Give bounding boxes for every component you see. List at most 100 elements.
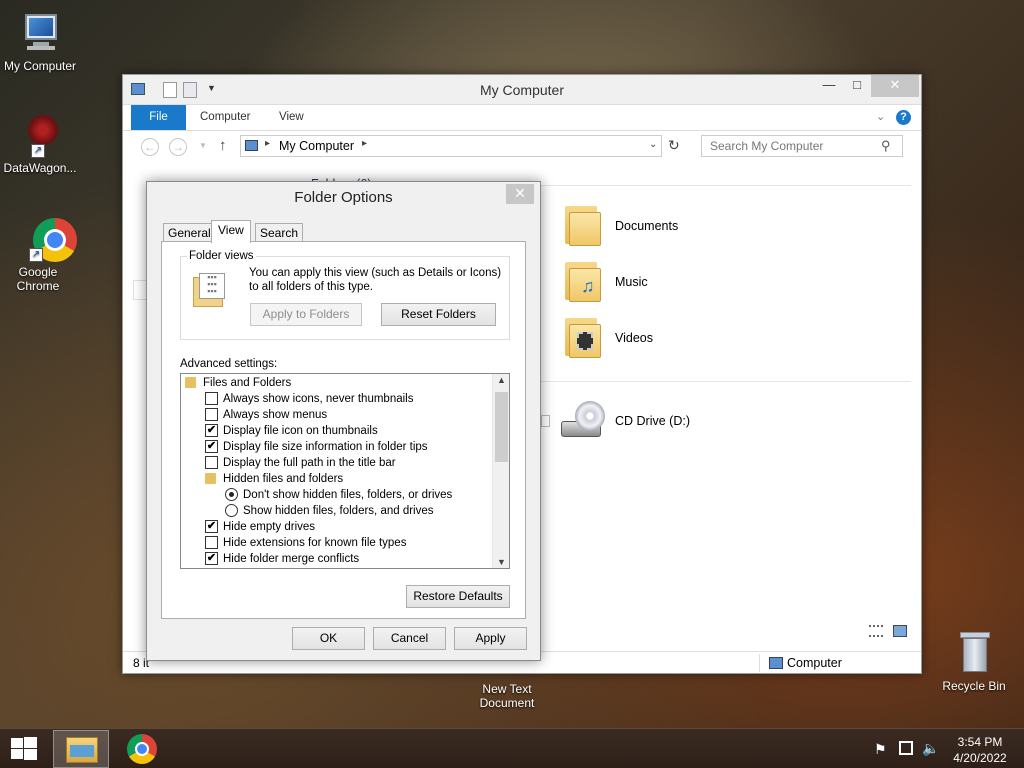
folder-views-group: Folder views ▪▪▪ ▪▪▪ ▪▪▪ You can apply thi… bbox=[180, 250, 510, 340]
setting-label: Hide folder merge conflicts bbox=[223, 553, 360, 565]
ribbon: File Computer View ⌄ ? bbox=[123, 105, 921, 131]
folder-views-description: You can apply this view (such as Details… bbox=[249, 267, 502, 293]
details-view-icon[interactable] bbox=[869, 625, 883, 637]
window-title: My Computer bbox=[479, 82, 565, 98]
setting-radio[interactable] bbox=[225, 488, 238, 501]
cancel-button[interactable]: Cancel bbox=[373, 627, 446, 650]
minimize-button[interactable]: — bbox=[815, 75, 843, 97]
setting-checkbox[interactable] bbox=[205, 408, 218, 421]
apply-button[interactable]: Apply bbox=[454, 627, 527, 650]
setting-label: Display file icon on thumbnails bbox=[223, 425, 378, 437]
desktop-icon-label: DataWagon... bbox=[3, 161, 77, 175]
large-icons-view-icon[interactable] bbox=[893, 625, 907, 637]
desktop-icon-recycle-bin[interactable]: Recycle Bin bbox=[934, 630, 1014, 693]
setting-radio[interactable] bbox=[225, 504, 238, 517]
setting-label: Hidden files and folders bbox=[223, 473, 344, 485]
close-button[interactable]: ✕ bbox=[871, 75, 919, 97]
action-center-flag-icon[interactable]: ⚑ bbox=[874, 741, 887, 758]
cd-drive-icon bbox=[561, 399, 607, 445]
maximize-button[interactable]: □ bbox=[843, 75, 871, 97]
documents-folder-icon bbox=[563, 202, 601, 246]
advanced-settings-tree[interactable]: Files and Folders Always show icons, neve… bbox=[180, 373, 510, 569]
setting-label: Show hidden files, folders, and drives bbox=[243, 505, 434, 517]
desktop-icon-label: My Computer bbox=[3, 59, 77, 73]
apply-to-folders-button[interactable]: Apply to Folders bbox=[250, 303, 362, 326]
setting-checkbox[interactable]: ✔ bbox=[205, 552, 218, 565]
breadcrumb-chevron-icon[interactable]: ▸ bbox=[362, 138, 367, 149]
folder-views-icon: ▪▪▪ ▪▪▪ ▪▪▪ bbox=[193, 273, 225, 307]
tab-view[interactable]: View bbox=[211, 220, 251, 243]
setting-label: Hide extensions for known file types bbox=[223, 537, 407, 549]
search-input[interactable]: Search My Computer bbox=[701, 135, 903, 157]
section-divider bbox=[541, 185, 911, 186]
desktop-icon-new-text-document[interactable]: New Text Document bbox=[467, 682, 547, 710]
drive-checkbox[interactable] bbox=[541, 415, 550, 427]
breadcrumb-my-computer[interactable]: My Computer bbox=[279, 139, 354, 153]
desktop-icon-label: New Text Document bbox=[479, 682, 535, 710]
tree-scrollbar[interactable]: ▲ ▼ bbox=[492, 374, 509, 568]
chrome-icon: ↗ bbox=[15, 216, 77, 262]
folder-icon bbox=[205, 473, 216, 484]
folder-views-label: Folder views bbox=[187, 250, 256, 262]
setting-checkbox[interactable]: ✔ bbox=[205, 424, 218, 437]
setting-label: Always show icons, never thumbnails bbox=[223, 393, 414, 405]
explorer-titlebar[interactable]: ▼ My Computer — □ ✕ bbox=[123, 75, 921, 105]
breadcrumb-chevron-icon[interactable]: ▸ bbox=[265, 138, 270, 149]
view-tab-panel: Folder views ▪▪▪ ▪▪▪ ▪▪▪ You can apply thi… bbox=[161, 241, 526, 619]
folder-music[interactable]: Music bbox=[615, 275, 648, 289]
section-divider bbox=[541, 381, 911, 382]
volume-muted-icon[interactable]: 🔈 bbox=[922, 740, 939, 757]
setting-checkbox[interactable]: ✔ bbox=[205, 520, 218, 533]
clock-time[interactable]: 3:54 PM bbox=[950, 735, 1010, 749]
back-icon[interactable]: ← bbox=[141, 138, 159, 156]
shortcut-arrow-icon: ↗ bbox=[31, 144, 45, 158]
datawagon-icon: ↗ bbox=[17, 112, 63, 158]
folder-documents[interactable]: Documents bbox=[615, 219, 678, 233]
ok-button[interactable]: OK bbox=[292, 627, 365, 650]
setting-label: Don't show hidden files, folders, or dri… bbox=[243, 489, 453, 501]
dialog-close-button[interactable]: ✕ bbox=[506, 184, 534, 204]
setting-checkbox[interactable] bbox=[205, 456, 218, 469]
recent-locations-icon[interactable]: ▼ bbox=[199, 141, 207, 150]
network-icon[interactable] bbox=[899, 741, 913, 755]
folder-options-dialog: Folder Options ✕ General View Search Fol… bbox=[146, 181, 541, 661]
desktop-icon-google-chrome[interactable]: ↗ Google Chrome bbox=[0, 216, 78, 293]
setting-label: Files and Folders bbox=[203, 377, 292, 389]
setting-label: Always show menus bbox=[223, 409, 328, 421]
desktop-icon-my-computer[interactable]: My Computer bbox=[0, 10, 80, 73]
ribbon-tab-file[interactable]: File bbox=[131, 105, 186, 130]
restore-defaults-button[interactable]: Restore Defaults bbox=[406, 585, 510, 608]
desktop-icon-datawagon[interactable]: ↗ DataWagon... bbox=[0, 112, 80, 175]
reset-folders-button[interactable]: Reset Folders bbox=[381, 303, 496, 326]
help-icon[interactable]: ? bbox=[896, 110, 911, 125]
status-divider bbox=[759, 654, 760, 672]
search-icon[interactable]: ⚲ bbox=[881, 138, 891, 154]
folder-videos[interactable]: Videos bbox=[615, 331, 653, 345]
forward-icon[interactable]: → bbox=[169, 138, 187, 156]
tab-search[interactable]: Search bbox=[255, 223, 304, 242]
setting-checkbox[interactable] bbox=[205, 392, 218, 405]
scroll-up-icon[interactable]: ▲ bbox=[497, 375, 506, 385]
scroll-down-icon[interactable]: ▼ bbox=[497, 557, 506, 567]
setting-checkbox[interactable] bbox=[205, 536, 218, 549]
taskbar-google-chrome[interactable] bbox=[115, 730, 171, 768]
taskbar-file-explorer[interactable] bbox=[53, 730, 109, 768]
expand-ribbon-icon[interactable]: ⌄ bbox=[876, 110, 885, 123]
drive-cd-d[interactable]: CD Drive (D:) bbox=[615, 414, 690, 428]
desktop-icon-label: Recycle Bin bbox=[942, 679, 1006, 693]
dialog-titlebar[interactable]: Folder Options ✕ bbox=[147, 182, 540, 212]
clock-date[interactable]: 4/20/2022 bbox=[950, 751, 1010, 765]
refresh-icon[interactable]: ↻ bbox=[668, 137, 680, 154]
tab-general[interactable]: General bbox=[163, 223, 216, 242]
address-bar[interactable]: ▸ My Computer ▸ ⌄ bbox=[240, 135, 662, 157]
up-icon[interactable]: ↑ bbox=[219, 137, 227, 154]
computer-icon bbox=[17, 10, 63, 56]
ribbon-tab-view[interactable]: View bbox=[265, 105, 318, 130]
start-button[interactable] bbox=[0, 729, 48, 768]
advanced-settings-label: Advanced settings: bbox=[180, 358, 278, 370]
setting-checkbox[interactable]: ✔ bbox=[205, 440, 218, 453]
ribbon-tab-computer[interactable]: Computer bbox=[186, 105, 265, 130]
address-dropdown-icon[interactable]: ⌄ bbox=[649, 139, 657, 150]
recycle-bin-icon bbox=[951, 630, 997, 676]
scroll-thumb[interactable] bbox=[495, 392, 508, 462]
